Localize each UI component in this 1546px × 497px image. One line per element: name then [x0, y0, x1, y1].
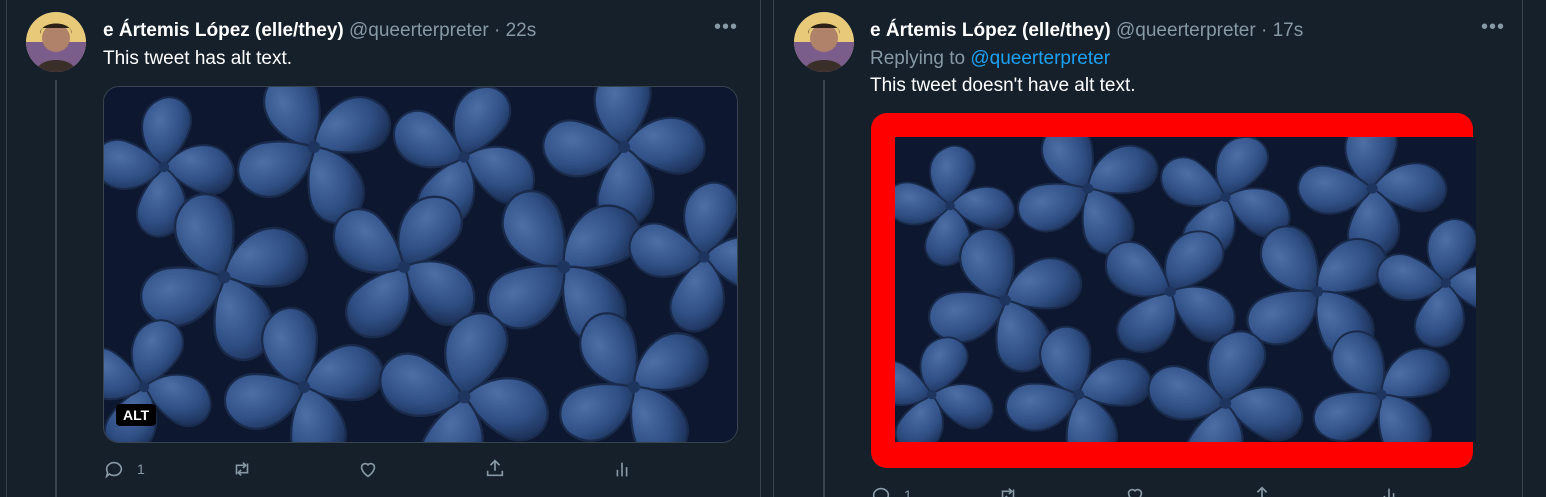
analytics-icon [1378, 484, 1400, 497]
tweet-without-alt-text[interactable]: e Ártemis López (elle/they) @queerterpre… [773, 0, 1523, 497]
analytics-icon [611, 458, 633, 480]
retweet-button[interactable] [230, 458, 254, 480]
like-button[interactable] [357, 458, 379, 480]
analytics-button[interactable] [611, 458, 633, 480]
share-button[interactable] [1251, 484, 1273, 497]
display-name[interactable]: e Ártemis López (elle/they) [103, 20, 344, 41]
reply-count: 1 [137, 461, 145, 477]
more-icon[interactable]: ••• [1481, 17, 1505, 37]
replying-to-label: Replying to [870, 48, 966, 69]
retweet-icon [996, 484, 1020, 497]
tweet-photo[interactable]: ALT [103, 86, 738, 443]
tweet-text: This tweet has alt text. [103, 48, 293, 69]
author-avatar[interactable] [794, 12, 854, 72]
tweet-photo[interactable] [895, 137, 1476, 442]
retweet-button[interactable] [996, 484, 1020, 497]
replying-to: Replying to @queerterpreter [870, 47, 1110, 71]
reply-button[interactable]: 1 [870, 484, 912, 497]
display-name[interactable]: e Ártemis López (elle/they) [870, 20, 1111, 41]
share-icon [484, 457, 506, 479]
share-icon [1251, 484, 1273, 497]
reply-icon [870, 484, 892, 497]
replying-to-handle[interactable]: @queerterpreter [970, 48, 1110, 69]
tweet-with-alt-text[interactable]: e Ártemis López (elle/they) @queerterpre… [6, 0, 761, 497]
analytics-button[interactable] [1378, 484, 1400, 497]
author-avatar[interactable] [26, 12, 86, 72]
tweet-header: e Ártemis López (elle/they) @queerterpre… [870, 19, 1303, 43]
handle[interactable]: @queerterpreter [349, 20, 489, 41]
separator: · [494, 20, 501, 41]
handle[interactable]: @queerterpreter [1116, 20, 1256, 41]
more-icon[interactable]: ••• [714, 17, 738, 37]
alt-badge[interactable]: ALT [116, 404, 157, 426]
thread-line [823, 80, 825, 497]
like-button[interactable] [1124, 484, 1146, 497]
tweet-header: e Ártemis López (elle/they) @queerterpre… [103, 19, 536, 43]
separator: · [1261, 20, 1268, 41]
reply-button[interactable]: 1 [103, 458, 145, 480]
timestamp[interactable]: 17s [1273, 20, 1304, 41]
reply-count: 1 [904, 487, 912, 497]
reply-icon [103, 458, 125, 480]
share-button[interactable] [484, 457, 506, 479]
like-icon [357, 458, 379, 480]
thread-line [55, 80, 57, 497]
like-icon [1124, 484, 1146, 497]
timestamp[interactable]: 22s [506, 20, 537, 41]
highlight-frame [871, 113, 1473, 468]
tweet-text: This tweet doesn't have alt text. [870, 75, 1136, 96]
retweet-icon [230, 458, 254, 480]
